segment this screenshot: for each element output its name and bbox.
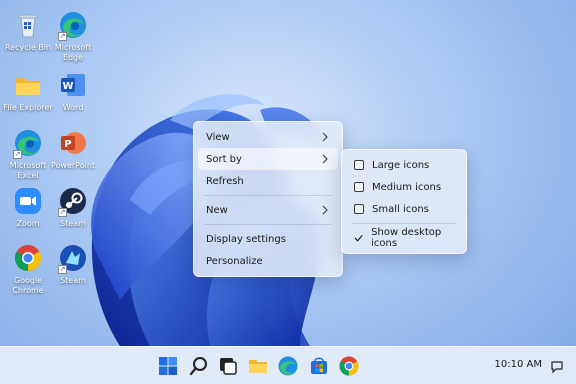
recycle-bin-icon (13, 10, 43, 40)
desktop-icon-label: PowerPoint (50, 161, 96, 170)
desktop-icon-label: Microsoft Edge (54, 43, 92, 62)
submenu-item-label: Large icons (372, 159, 430, 171)
desktop-icon-label: Steam (60, 276, 86, 285)
shortcut-arrow-icon: ↗ (58, 32, 67, 41)
submenu-item-label: Show desktop icons (371, 227, 442, 249)
file-explorer-icon[interactable] (247, 355, 269, 377)
svg-text:P: P (64, 139, 71, 150)
desktop-icon-label: Word (62, 103, 84, 112)
chrome-icon[interactable] (338, 355, 360, 377)
submenu-item-small-icons[interactable]: Small icons (346, 198, 462, 220)
menu-item-view[interactable]: View (198, 126, 338, 148)
word-icon: W (58, 70, 88, 100)
menu-item-display-settings[interactable]: Display settings (198, 228, 338, 250)
edge-icon[interactable] (277, 355, 299, 377)
menu-item-refresh[interactable]: Refresh (198, 170, 338, 192)
search-icon[interactable] (188, 355, 210, 377)
submenu-item-label: Medium icons (372, 181, 442, 193)
powerpoint-icon: P (58, 128, 88, 158)
checkbox-unchecked-icon (354, 160, 364, 170)
menu-item-label: Refresh (206, 175, 244, 187)
chrome-icon (13, 243, 43, 273)
menu-item-label: New (206, 204, 228, 216)
menu-item-new[interactable]: New (198, 199, 338, 221)
folder-icon (13, 70, 43, 100)
menu-separator (204, 195, 332, 196)
store-icon[interactable] (308, 355, 330, 377)
task-view-icon[interactable] (217, 355, 239, 377)
menu-item-label: Display settings (206, 233, 286, 245)
desktop-icon-word[interactable]: W Word (45, 70, 101, 128)
context-menu: View Sort by Refresh New Display setting… (193, 121, 343, 277)
shortcut-arrow-icon: ↗ (58, 265, 67, 274)
taskbar-clock[interactable]: 10:10 AM (495, 359, 542, 370)
desktop-icon-steam[interactable]: ↗ Steam (45, 186, 101, 244)
submenu-item-label: Small icons (372, 203, 429, 215)
zoom-icon (13, 186, 43, 216)
steam-icon: ↗ (58, 243, 88, 274)
desktop-icon-microsoft-edge[interactable]: ↗ Microsoft Edge (45, 10, 101, 68)
menu-separator (204, 224, 332, 225)
menu-item-personalize[interactable]: Personalize (198, 250, 338, 272)
chevron-right-icon (322, 132, 328, 142)
desktop-icon-label: Steam (60, 219, 86, 228)
chevron-right-icon (322, 154, 328, 164)
sort-by-submenu: Large icons Medium icons Small icons Sho… (341, 149, 467, 254)
menu-item-sort-by[interactable]: Sort by (198, 148, 338, 170)
checkbox-unchecked-icon (354, 182, 364, 192)
menu-separator (352, 223, 456, 224)
chevron-right-icon (322, 205, 328, 215)
checkmark-icon (354, 234, 363, 242)
taskbar: 10:10 AM (0, 346, 576, 384)
windows-start-icon[interactable] (157, 355, 179, 377)
edge-icon: ↗ (58, 10, 88, 41)
edge-icon: ↗ (13, 128, 43, 159)
steam-icon: ↗ (58, 186, 88, 217)
menu-item-label: Personalize (206, 255, 263, 267)
svg-text:W: W (62, 81, 73, 92)
notification-icon[interactable] (550, 359, 564, 374)
shortcut-arrow-icon: ↗ (13, 150, 22, 159)
checkbox-unchecked-icon (354, 204, 364, 214)
desktop-icon-powerpoint[interactable]: P PowerPoint (45, 128, 101, 186)
shortcut-arrow-icon: ↗ (58, 208, 67, 217)
menu-item-label: View (206, 131, 230, 143)
submenu-item-show-desktop-icons[interactable]: Show desktop icons (346, 227, 462, 249)
submenu-item-large-icons[interactable]: Large icons (346, 154, 462, 176)
submenu-item-medium-icons[interactable]: Medium icons (346, 176, 462, 198)
menu-item-label: Sort by (206, 153, 242, 165)
desktop-icon-steam-2[interactable]: ↗ Steam (45, 243, 101, 301)
